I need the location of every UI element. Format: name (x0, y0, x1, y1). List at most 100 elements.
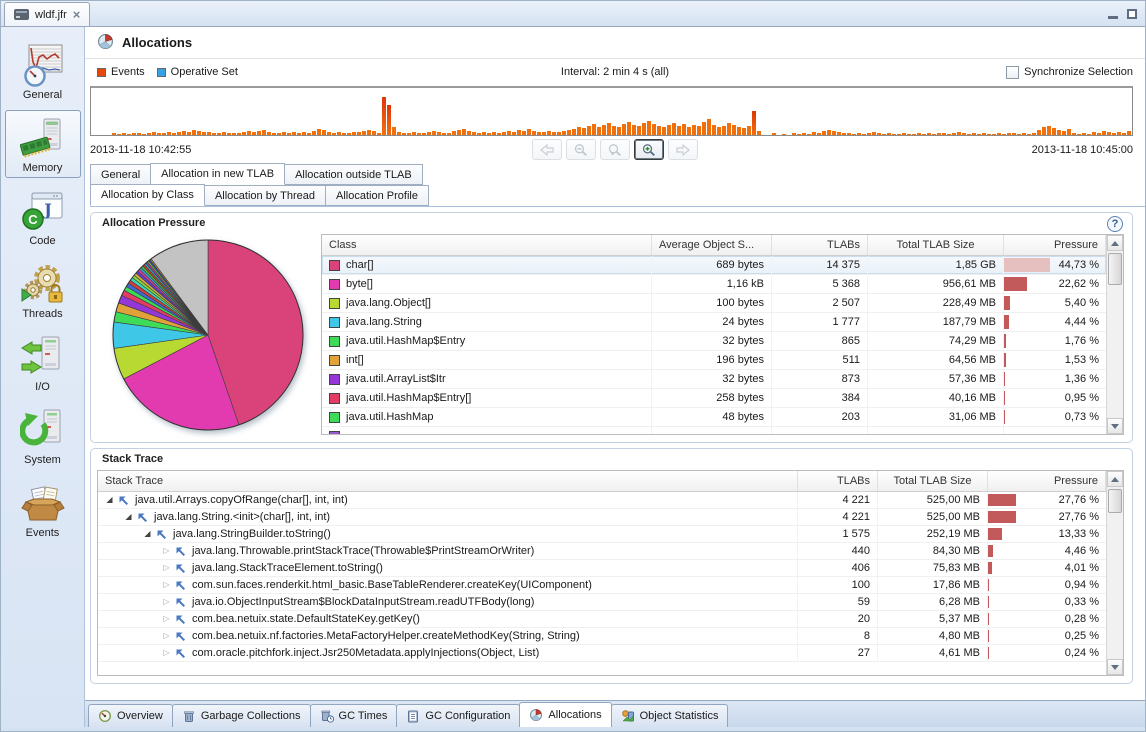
collapse-toggle-icon[interactable]: ◢ (142, 530, 153, 538)
allocation-row[interactable]: java.util.HashMap$Entry32 bytes86574,29 … (322, 332, 1106, 351)
pressure-cell: 22,62 % (1004, 275, 1106, 293)
scrollbar-thumb[interactable] (1108, 489, 1122, 513)
expand-toggle-icon[interactable]: ▷ (161, 598, 172, 606)
timeline-bar (297, 133, 301, 135)
stack-trace-scrollbar[interactable] (1106, 471, 1123, 675)
timeline-bar (1107, 132, 1111, 135)
allocation-pie-chart[interactable] (109, 236, 307, 434)
stack-trace-row[interactable]: ▷com.sun.faces.renderkit.html_basic.Base… (98, 577, 1106, 594)
minimize-icon[interactable] (1108, 16, 1118, 19)
bottom-tab-allocations[interactable]: Allocations (519, 702, 611, 727)
bottom-tab-object-statistics[interactable]: Object Statistics (611, 704, 729, 727)
allocation-table-scrollbar[interactable] (1106, 235, 1123, 434)
column-header-tlabs[interactable]: TLABs (798, 471, 878, 491)
timeline-bar (862, 134, 866, 135)
sidebar-item-general[interactable]: General (5, 37, 81, 105)
synchronize-selection-checkbox[interactable] (1006, 66, 1019, 79)
sidebar-item-i-o[interactable]: I/O (5, 329, 81, 397)
tab-allocation-by-thread[interactable]: Allocation by Thread (204, 185, 326, 206)
allocation-row[interactable] (322, 427, 1106, 434)
stack-trace-row[interactable]: ▷com.oracle.pitchfork.inject.Jsr250Metad… (98, 645, 1106, 662)
collapse-toggle-icon[interactable]: ◢ (104, 496, 115, 504)
zoom-to-selection-button[interactable] (600, 139, 630, 160)
sidebar-item-threads[interactable]: Threads (5, 256, 81, 324)
sidebar-item-code[interactable]: JCCode (5, 183, 81, 251)
tab-allocation-in-new-tlab[interactable]: Allocation in new TLAB (150, 163, 285, 185)
scroll-up-button[interactable] (1107, 235, 1123, 251)
timeline-bar (672, 123, 676, 135)
scroll-down-button[interactable] (1107, 418, 1123, 434)
sidebar-item-events[interactable]: Events (5, 475, 81, 543)
timeline-bar (677, 126, 681, 135)
sidebar-item-memory[interactable]: Memory (5, 110, 81, 178)
bottom-tab-garbage-collections[interactable]: Garbage Collections (172, 704, 311, 727)
allocation-row[interactable]: java.util.ArrayList$Itr32 bytes87357,36 … (322, 370, 1106, 389)
tab-general[interactable]: General (90, 164, 151, 185)
help-icon[interactable]: ? (1107, 216, 1123, 232)
column-header-total-tlab-size[interactable]: Total TLAB Size (878, 471, 988, 491)
maximize-icon[interactable] (1127, 9, 1137, 19)
total-tlab-size-value: 6,28 MB (878, 594, 988, 610)
total-tlab-size-value: 1,85 GB (868, 256, 1004, 274)
allocation-pie-wrap (95, 234, 321, 435)
stack-trace-row[interactable]: ▷java.lang.Throwable.printStackTrace(Thr… (98, 543, 1106, 560)
stack-trace-row[interactable]: ◢java.lang.StringBuilder.toString()1 575… (98, 526, 1106, 543)
history-forward-button[interactable] (668, 139, 698, 160)
legend-events-label: Events (111, 66, 145, 78)
expand-toggle-icon[interactable]: ▷ (161, 547, 172, 555)
allocation-row[interactable]: int[]196 bytes51164,56 MB1,53 % (322, 351, 1106, 370)
allocation-row[interactable]: byte[]1,16 kB5 368956,61 MB22,62 % (322, 275, 1106, 294)
expand-toggle-icon[interactable]: ▷ (161, 632, 172, 640)
tab-allocation-by-class[interactable]: Allocation by Class (90, 184, 205, 206)
stack-trace-row[interactable]: ◢java.lang.String.<init>(char[], int, in… (98, 509, 1106, 526)
allocation-row[interactable]: java.lang.Object[]100 bytes2 507228,49 M… (322, 294, 1106, 313)
tlabs-value: 406 (798, 560, 878, 576)
stack-trace-row[interactable]: ◢java.util.Arrays.copyOfRange(char[], in… (98, 492, 1106, 509)
editor-tab-wldf-jfr[interactable]: wldf.jfr × (4, 2, 90, 26)
allocation-table: Class Average Object S... TLABs Total TL… (321, 234, 1124, 435)
stack-trace-row[interactable]: ▷com.bea.netuix.state.DefaultStateKey.ge… (98, 611, 1106, 628)
expand-toggle-icon[interactable]: ▷ (161, 564, 172, 572)
scroll-up-button[interactable] (1107, 471, 1123, 487)
column-header-pressure[interactable]: Pressure (1004, 235, 1106, 255)
column-header-class[interactable]: Class (322, 235, 652, 255)
scrollbar-thumb[interactable] (1108, 253, 1122, 285)
column-header-average-object-size[interactable]: Average Object S... (652, 235, 772, 255)
zoom-out-button[interactable] (566, 139, 596, 160)
expand-toggle-icon[interactable]: ▷ (161, 615, 172, 623)
tlabs-value: 1 575 (798, 526, 878, 542)
expand-toggle-icon[interactable]: ▷ (161, 649, 172, 657)
stack-trace-table: Stack Trace TLABs Total TLAB Size Pressu… (97, 470, 1124, 676)
total-tlab-size-value: 64,56 MB (868, 351, 1004, 369)
allocation-row[interactable]: char[]689 bytes14 3751,85 GB44,73 % (322, 256, 1106, 275)
class-cell (322, 427, 652, 434)
bottom-tab-overview[interactable]: Overview (88, 704, 173, 727)
allocation-row[interactable]: java.util.HashMap$Entry[]258 bytes38440,… (322, 389, 1106, 408)
allocation-row[interactable]: java.util.HashMap48 bytes20331,06 MB0,73… (322, 408, 1106, 427)
timeline-range-row: 2013-11-18 10:42:55 (85, 136, 1145, 163)
column-header-pressure[interactable]: Pressure (988, 471, 1106, 491)
stack-trace-row[interactable]: ▷java.lang.StackTraceElement.toString()4… (98, 560, 1106, 577)
total-tlab-size-value: 4,61 MB (878, 645, 988, 661)
bottom-tab-gc-times[interactable]: GC Times (310, 704, 398, 727)
tab-allocation-profile[interactable]: Allocation Profile (325, 185, 429, 206)
expand-toggle-icon[interactable]: ▷ (161, 581, 172, 589)
timeline-bar (837, 132, 841, 135)
sidebar-item-system[interactable]: System (5, 402, 81, 470)
close-tab-icon[interactable]: × (73, 10, 81, 20)
allocation-row[interactable]: java.lang.String24 bytes1 777187,79 MB4,… (322, 313, 1106, 332)
stack-frame-icon (175, 563, 186, 574)
bottom-tab-gc-configuration[interactable]: GC Configuration (396, 704, 520, 727)
scroll-down-button[interactable] (1107, 659, 1123, 675)
zoom-in-button[interactable] (634, 139, 664, 160)
stack-trace-row[interactable]: ▷java.io.ObjectInputStream$BlockDataInpu… (98, 594, 1106, 611)
stack-trace-row[interactable]: ▷com.bea.netuix.nf.factories.MetaFactory… (98, 628, 1106, 645)
column-header-tlabs[interactable]: TLABs (772, 235, 868, 255)
column-header-total-tlab-size[interactable]: Total TLAB Size (868, 235, 1004, 255)
timeline-bar (757, 131, 761, 135)
tab-allocation-outside-tlab[interactable]: Allocation outside TLAB (284, 164, 423, 185)
history-back-button[interactable] (532, 139, 562, 160)
timeline-chart[interactable] (90, 86, 1133, 136)
column-header-stack-trace[interactable]: Stack Trace (98, 471, 798, 491)
collapse-toggle-icon[interactable]: ◢ (123, 513, 134, 521)
